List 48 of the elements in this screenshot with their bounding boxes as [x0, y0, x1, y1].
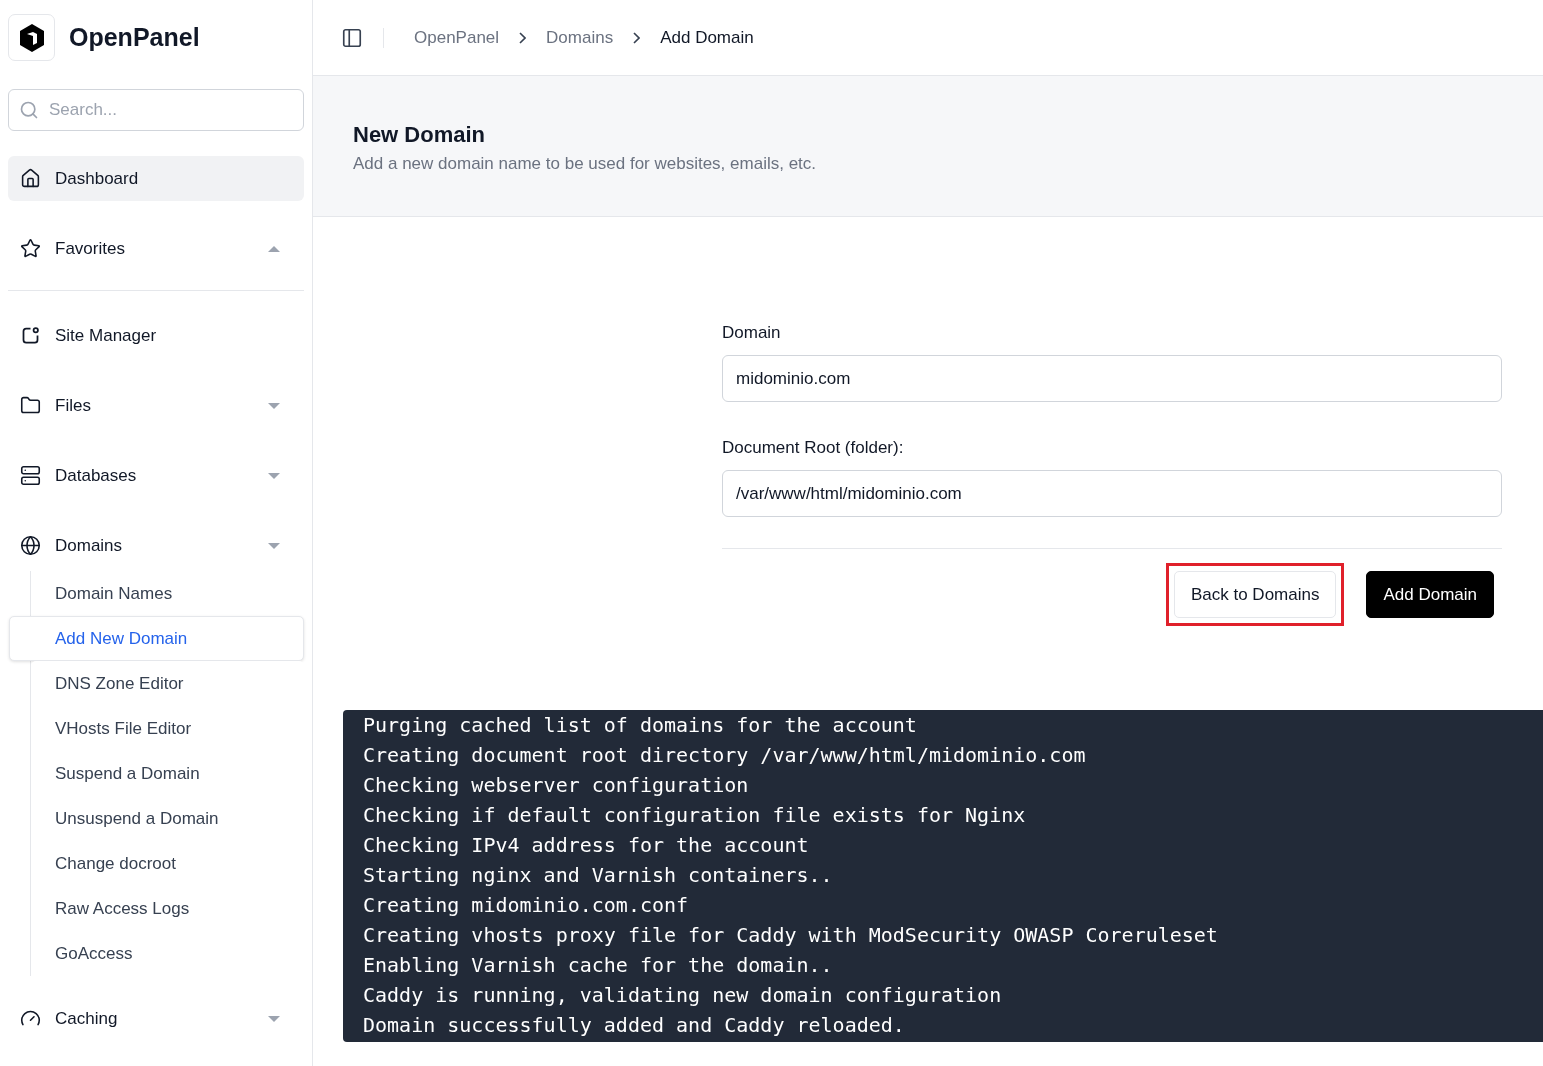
breadcrumb-link[interactable]: OpenPanel	[414, 27, 500, 48]
log-line: Starting nginx and Varnish containers..	[363, 862, 834, 889]
search-icon	[19, 100, 39, 120]
folder-icon	[20, 395, 41, 416]
server-icon	[20, 465, 41, 486]
nav-item[interactable]: Caching	[8, 996, 304, 1041]
star-icon	[20, 238, 41, 259]
log-line: Enabling Varnish cache for the domain..	[363, 952, 834, 979]
back-button[interactable]: Back to Domains	[1173, 571, 1337, 618]
brand-name: OpenPanel	[69, 23, 200, 52]
breadcrumb-link[interactable]: Add Domain	[660, 27, 754, 48]
nav-item[interactable]: Site Manager	[8, 313, 304, 358]
logo-icon	[8, 14, 55, 61]
log-line: Creating midominio.com.conf	[363, 892, 690, 919]
nav-item[interactable]: Favorites	[8, 226, 304, 271]
page-subtitle: Add a new domain name to be used for websites, emails, etc.	[353, 154, 818, 174]
nav-item[interactable]: Files	[8, 383, 304, 428]
log-line: Caddy is running, validating new domain configuration	[363, 982, 1003, 1009]
input-field[interactable]: /var/www/html/midominio.com	[722, 470, 1502, 517]
log-line: Purging cached list of domains for the account	[363, 712, 918, 739]
log-line: Checking webserver configuration	[363, 772, 750, 799]
log-line: Creating document root directory /var/www/html/midominio.com	[363, 742, 1087, 769]
caret-icon	[268, 244, 280, 253]
nav-item[interactable]: Databases	[8, 453, 304, 498]
log-line: Checking if default configuration file exists for Nginx	[363, 802, 1027, 829]
input-field[interactable]: midominio.com	[722, 355, 1502, 402]
add-domain-button[interactable]: Add Domain	[1366, 571, 1494, 618]
nav-item[interactable]: Dashboard	[8, 156, 304, 201]
field-label: Document Root (folder):	[722, 438, 905, 458]
chevron-icon	[519, 31, 527, 44]
caret-icon	[268, 1014, 280, 1023]
log-line: Checking IPv4 address for the account	[363, 832, 810, 859]
home-icon	[20, 168, 41, 189]
window-badge-icon	[20, 325, 41, 346]
field-label: Domain	[722, 323, 782, 343]
sidebar-toggle-icon[interactable]	[341, 26, 363, 49]
nav-item[interactable]: Domains	[8, 523, 304, 568]
page-title: New Domain	[353, 122, 487, 148]
chevron-icon	[633, 31, 641, 44]
search-field[interactable]: Search...	[8, 89, 304, 131]
log-line: Creating vhosts proxy file for Caddy with ModSecurity OWASP Coreruleset	[363, 922, 1219, 949]
globe-icon	[20, 535, 41, 556]
log-line: Domain successfully added and Caddy reloaded.	[363, 1012, 906, 1039]
nav-subitem[interactable]: Add New Domain	[9, 616, 304, 661]
breadcrumb-link[interactable]: Domains	[546, 27, 614, 48]
caret-icon	[268, 541, 280, 550]
caret-icon	[268, 401, 280, 410]
caret-icon	[268, 471, 280, 480]
